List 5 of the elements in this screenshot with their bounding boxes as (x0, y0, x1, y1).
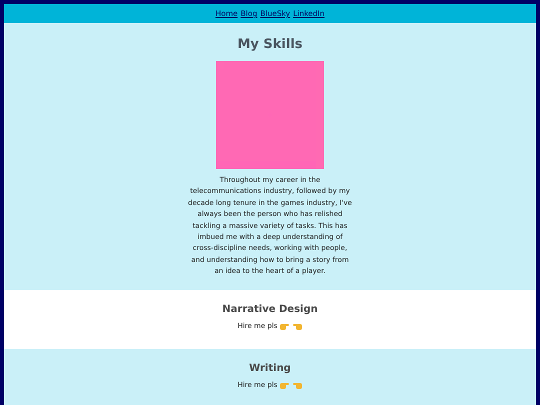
skill-title: Writing (249, 362, 291, 374)
section-title: My Skills (237, 37, 303, 52)
pointing-hands-icon (280, 322, 302, 331)
pointing-hands-icon (280, 380, 302, 390)
skill-title: Narrative Design (222, 304, 318, 315)
